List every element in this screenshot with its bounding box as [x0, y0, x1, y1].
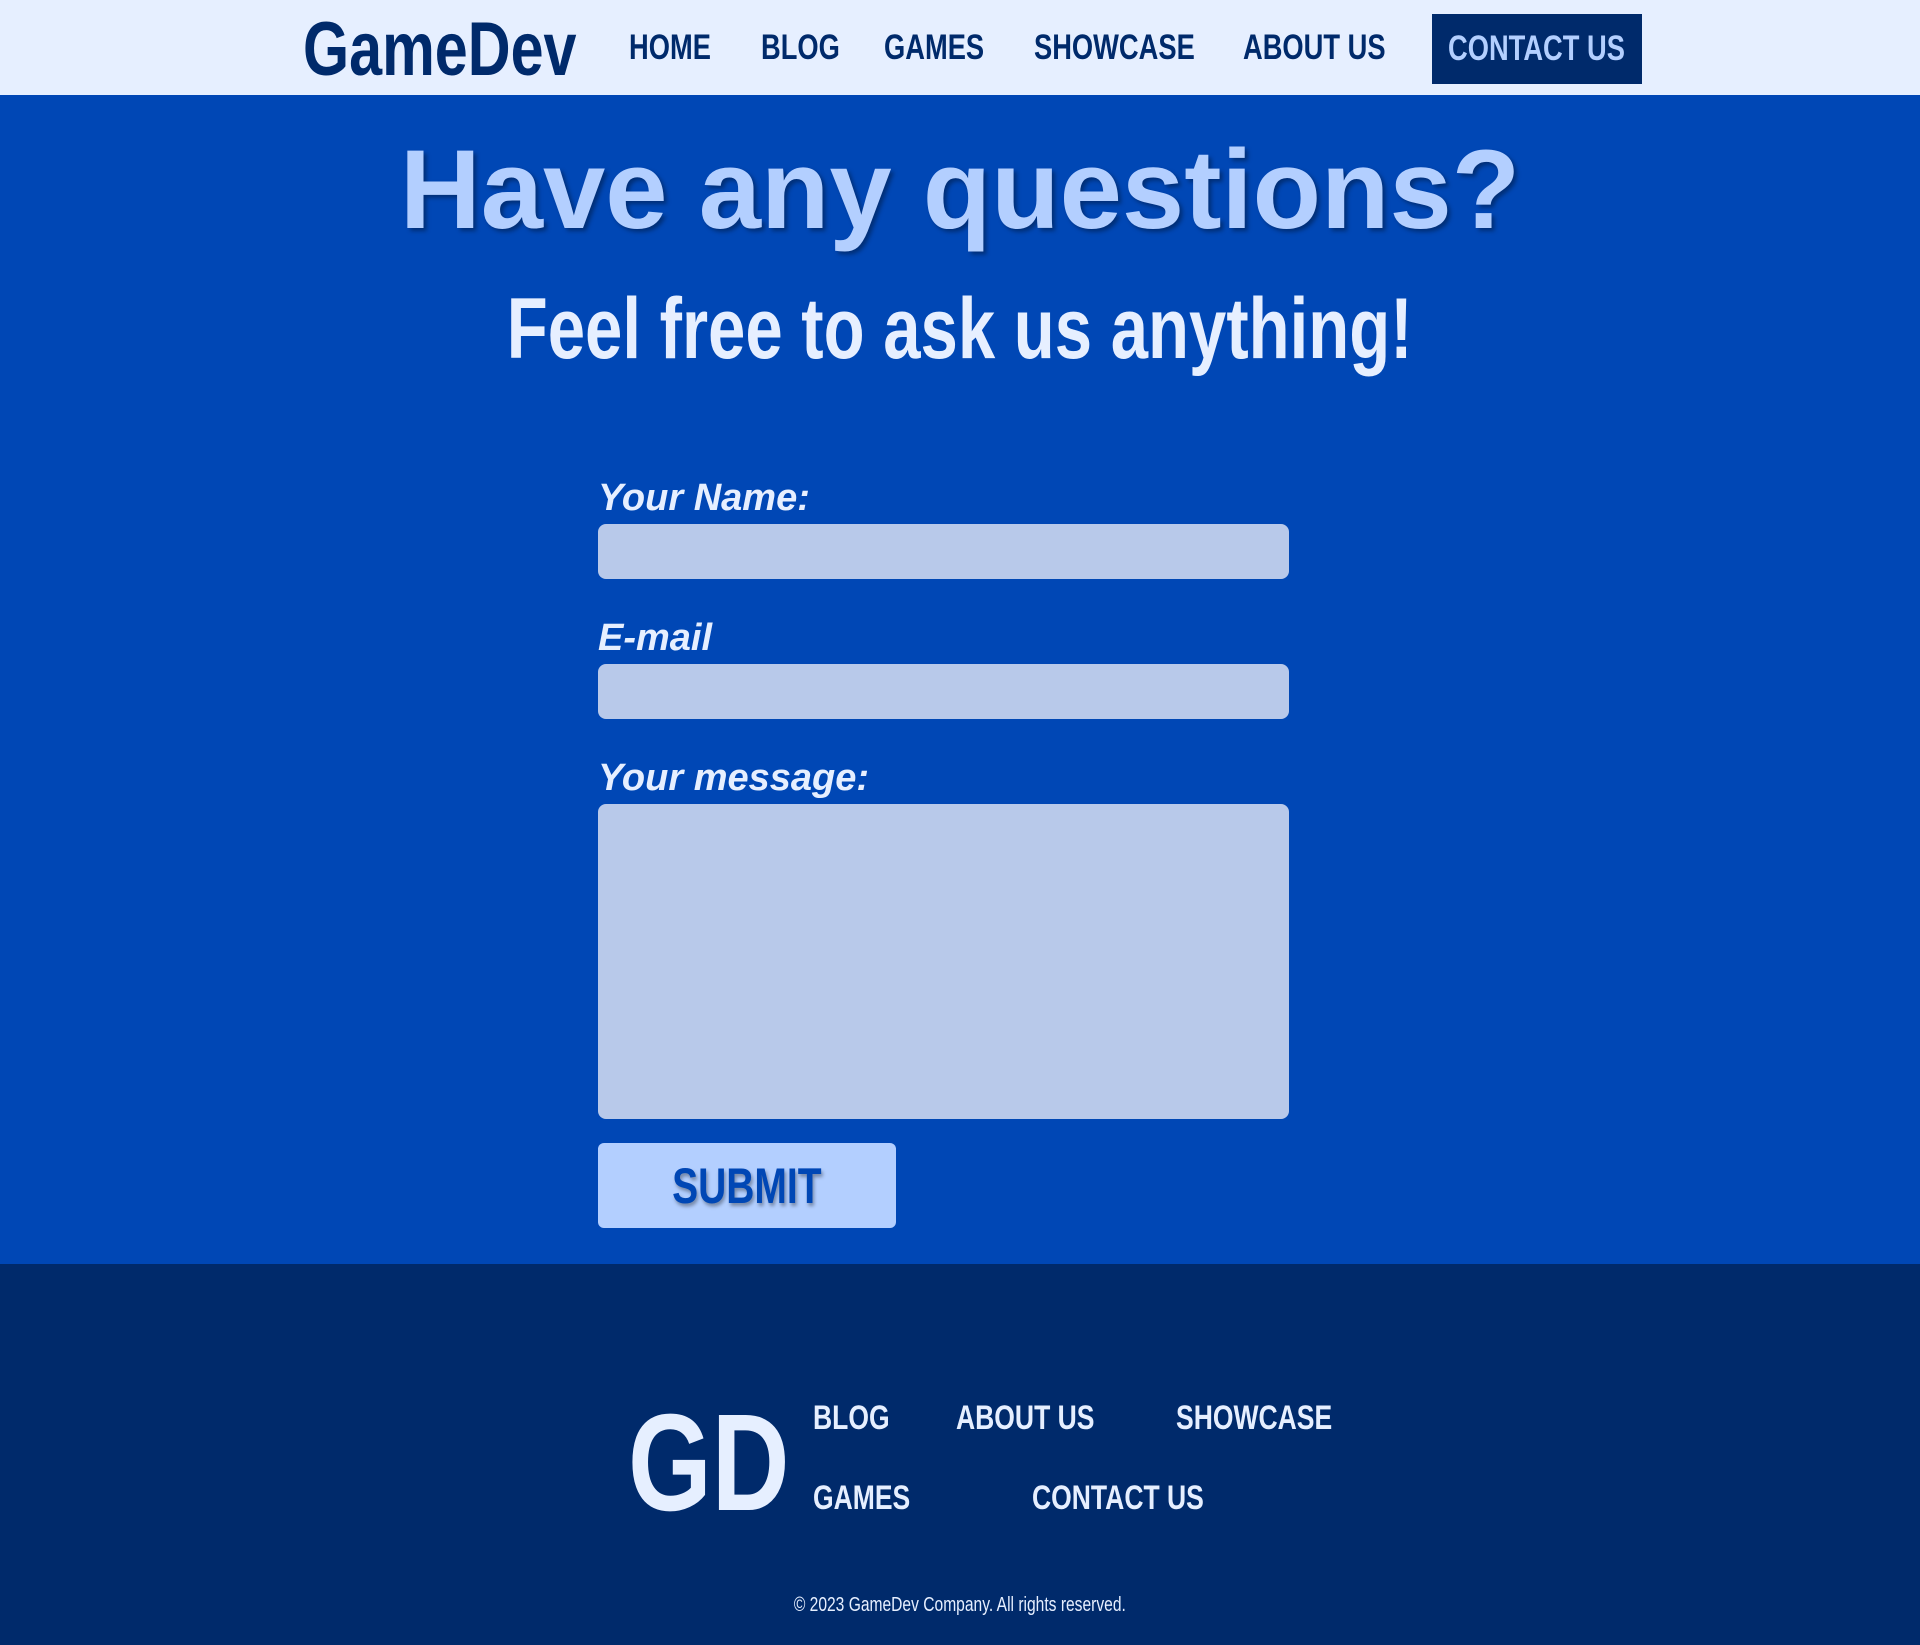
message-textarea[interactable] [598, 804, 1289, 1119]
footer-link-showcase[interactable]: SHOWCASE [1176, 1399, 1376, 1438]
logo[interactable]: GameDev [303, 6, 654, 93]
footer-link-contact-us[interactable]: CONTACT US [1032, 1479, 1252, 1518]
nav-about-us[interactable]: ABOUT US [1243, 28, 1426, 68]
email-input[interactable] [598, 664, 1289, 719]
nav-home[interactable]: HOME [629, 28, 734, 68]
site-footer: GD BLOG ABOUT US SHOWCASE GAMES CONTACT … [0, 1264, 1920, 1645]
email-label: E-mail [598, 617, 713, 659]
contact-section: Have any questions? Feel free to ask us … [0, 95, 1920, 1264]
nav-blog[interactable]: BLOG [761, 28, 862, 68]
page-subtitle: Feel free to ask us anything! [507, 281, 1413, 377]
site-header: GameDev HOME BLOG GAMES SHOWCASE ABOUT U… [0, 0, 1920, 95]
nav-showcase[interactable]: SHOWCASE [1034, 28, 1240, 68]
footer-logo: GD [628, 1386, 790, 1540]
footer-link-blog[interactable]: BLOG [813, 1399, 911, 1438]
copyright: © 2023 GameDev Company. All rights reser… [793, 1594, 1127, 1616]
page-title: Have any questions? [399, 127, 1521, 252]
name-label: Your Name: [598, 477, 810, 519]
message-label: Your message: [598, 757, 870, 799]
nav-games[interactable]: GAMES [884, 28, 1012, 68]
footer-link-about-us[interactable]: ABOUT US [956, 1399, 1134, 1438]
name-input[interactable] [598, 524, 1289, 579]
submit-button[interactable]: SUBMIT [598, 1143, 896, 1228]
footer-link-games[interactable]: GAMES [813, 1479, 938, 1518]
nav-contact-us-button[interactable]: CONTACT US [1432, 14, 1642, 84]
